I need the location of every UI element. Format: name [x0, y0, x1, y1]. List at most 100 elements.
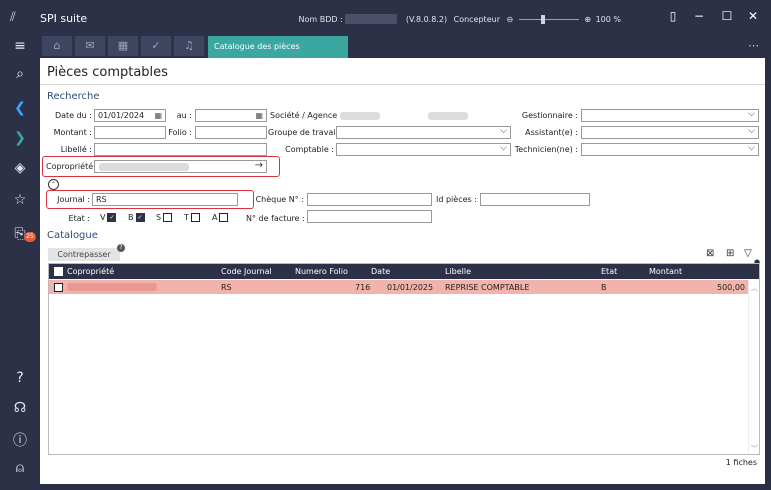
groupe-travail-label: Groupe de travail :: [268, 128, 344, 137]
maximize-button[interactable]: ☐: [713, 9, 741, 23]
gestionnaire-label: Gestionnaire :: [521, 111, 578, 120]
etat-checkbox-v[interactable]: V ✓: [100, 213, 117, 222]
section-recherche: Recherche: [47, 91, 100, 102]
row-checkbox[interactable]: [54, 283, 63, 292]
calendar-picker-icon[interactable]: ▦: [154, 110, 162, 121]
folio-label: Folio :: [168, 128, 192, 137]
idpieces-input[interactable]: [480, 193, 590, 206]
minimize-button[interactable]: −: [685, 9, 713, 23]
search-icon[interactable]: ⌕: [0, 66, 40, 82]
help-icon[interactable]: ?: [0, 370, 40, 386]
cell-code-journal: RS: [221, 283, 232, 292]
etat-checkbox-s[interactable]: S: [156, 213, 173, 222]
zoom-slider[interactable]: [518, 14, 579, 24]
cell-etat: B: [601, 283, 607, 292]
tab-catalogue-pieces[interactable]: Catalogue des pièces comptables ✕: [208, 36, 348, 73]
etat-option-label: S: [156, 213, 162, 222]
col-copropriete[interactable]: Copropriété: [67, 267, 114, 276]
cheque-input[interactable]: [307, 193, 432, 206]
title-bar: ⫽ SPI suite Nom BDD : (V.8.0.8.2) Concep…: [0, 0, 771, 36]
etat-checkbox-t[interactable]: T: [184, 213, 200, 222]
col-numero-folio[interactable]: Numero Folio: [295, 267, 348, 276]
libelle-label: Libellé :: [60, 145, 92, 154]
cell-montant: 500,00: [717, 283, 745, 292]
etat-checkbox-a[interactable]: A: [212, 213, 229, 222]
checkbox-unchecked-icon[interactable]: [190, 213, 200, 222]
chevron-down-icon: ⌵: [500, 143, 507, 153]
home-icon[interactable]: ⌂: [42, 36, 72, 56]
collapse-icon[interactable]: ⌃: [48, 179, 59, 190]
help-icon[interactable]: ?: [117, 244, 125, 252]
diamond-nav-icon[interactable]: ◈: [0, 160, 40, 176]
assistant-label: Assistant(e) :: [525, 128, 578, 137]
chevron-right-icon[interactable]: ❯: [0, 130, 40, 146]
checkbox-unchecked-icon[interactable]: [163, 213, 173, 222]
assistant-dropdown[interactable]: ⌵: [581, 126, 759, 139]
chevron-left-icon[interactable]: ❮: [0, 100, 40, 116]
col-libelle[interactable]: Libelle: [445, 267, 471, 276]
etat-label: Etat :: [68, 214, 90, 223]
section-catalogue: Catalogue: [47, 230, 98, 241]
more-options-icon[interactable]: ⋯: [748, 39, 759, 52]
add-row-icon[interactable]: ⊞: [726, 248, 734, 259]
zoom-in-icon[interactable]: ⊕: [584, 15, 591, 24]
table-row[interactable]: RS 716 01/01/2025 REPRISE COMPTABLE B 50…: [49, 280, 749, 294]
gestionnaire-dropdown[interactable]: ⌵: [581, 109, 759, 122]
journal-label: Journal :: [57, 195, 90, 204]
journal-value: RS: [96, 195, 107, 204]
check-icon[interactable]: ✓: [141, 36, 171, 56]
contrepasser-button[interactable]: Contrepasser: [48, 248, 120, 261]
chevron-down-icon: ⌵: [500, 126, 507, 136]
checkbox-checked-icon[interactable]: ✓: [135, 213, 145, 222]
montant-input[interactable]: [94, 126, 166, 139]
groupe-travail-dropdown[interactable]: ⌵: [336, 126, 511, 139]
technicien-dropdown[interactable]: ⌵: [581, 143, 759, 156]
date-du-input[interactable]: 01/01/2024 ▦: [94, 109, 166, 122]
app-logo-icon: ⫽: [10, 10, 16, 25]
comptable-dropdown[interactable]: ⌵: [336, 143, 511, 156]
scroll-down-icon[interactable]: ﹀: [751, 444, 758, 454]
col-code-journal[interactable]: Code Journal: [221, 267, 272, 276]
user-icon[interactable]: ⍝: [0, 460, 40, 476]
zoom-level: 100 %: [595, 14, 621, 24]
left-sidebar: ≡ ⌕ ❮ ❯ ◈ ☆ ⎘ 25 ? ☊ ⓘ ⍝: [0, 38, 40, 490]
au-input[interactable]: ▦: [195, 109, 267, 122]
journal-input[interactable]: RS: [92, 193, 238, 206]
checkbox-checked-icon[interactable]: ✓: [107, 213, 117, 222]
chevron-down-icon: ⌵: [748, 143, 755, 153]
support-headset-icon[interactable]: ☊: [0, 400, 40, 416]
zoom-out-icon[interactable]: ⊖: [507, 15, 514, 24]
date-du-value: 01/01/2024: [98, 111, 145, 120]
mail-icon[interactable]: ✉: [75, 36, 105, 56]
calendar-picker-icon[interactable]: ▦: [255, 110, 263, 121]
col-date[interactable]: Date: [371, 267, 390, 276]
etat-checkbox-b[interactable]: B ✓: [128, 213, 145, 222]
libelle-input[interactable]: [94, 143, 267, 156]
calendar-icon[interactable]: ▦: [108, 36, 138, 56]
arrow-right-icon[interactable]: →: [255, 160, 263, 171]
close-window-button[interactable]: ✕: [739, 9, 767, 23]
col-montant[interactable]: Montant: [649, 267, 682, 276]
copropriete-label: Copropriété :: [46, 162, 99, 171]
record-count: 1 fiches: [725, 458, 757, 467]
checkbox-unchecked-icon[interactable]: [219, 213, 229, 222]
grid-scrollbar[interactable]: [748, 280, 759, 454]
bell-icon[interactable]: ♫: [174, 36, 204, 56]
copropriete-value-redacted: [99, 163, 189, 171]
info-icon[interactable]: ⓘ: [0, 430, 40, 450]
excel-export-icon[interactable]: ⊠: [706, 248, 714, 259]
copropriete-input[interactable]: →: [94, 160, 267, 173]
chevron-down-icon: ⌵: [748, 126, 755, 136]
au-label: au :: [176, 111, 192, 120]
document-icon[interactable]: ▯: [659, 9, 687, 23]
chevron-down-icon: ⌵: [748, 109, 755, 119]
col-etat[interactable]: Etat: [601, 267, 617, 276]
row-copropriete-redacted: [67, 283, 157, 291]
facture-input[interactable]: [307, 210, 432, 223]
select-all-checkbox[interactable]: [54, 267, 63, 276]
hamburger-menu-icon[interactable]: ≡: [0, 38, 40, 54]
star-icon[interactable]: ☆: [0, 192, 40, 208]
filter-icon[interactable]: ▽: [744, 248, 752, 259]
scroll-up-icon[interactable]: ︿: [751, 283, 758, 293]
folio-input[interactable]: [195, 126, 267, 139]
